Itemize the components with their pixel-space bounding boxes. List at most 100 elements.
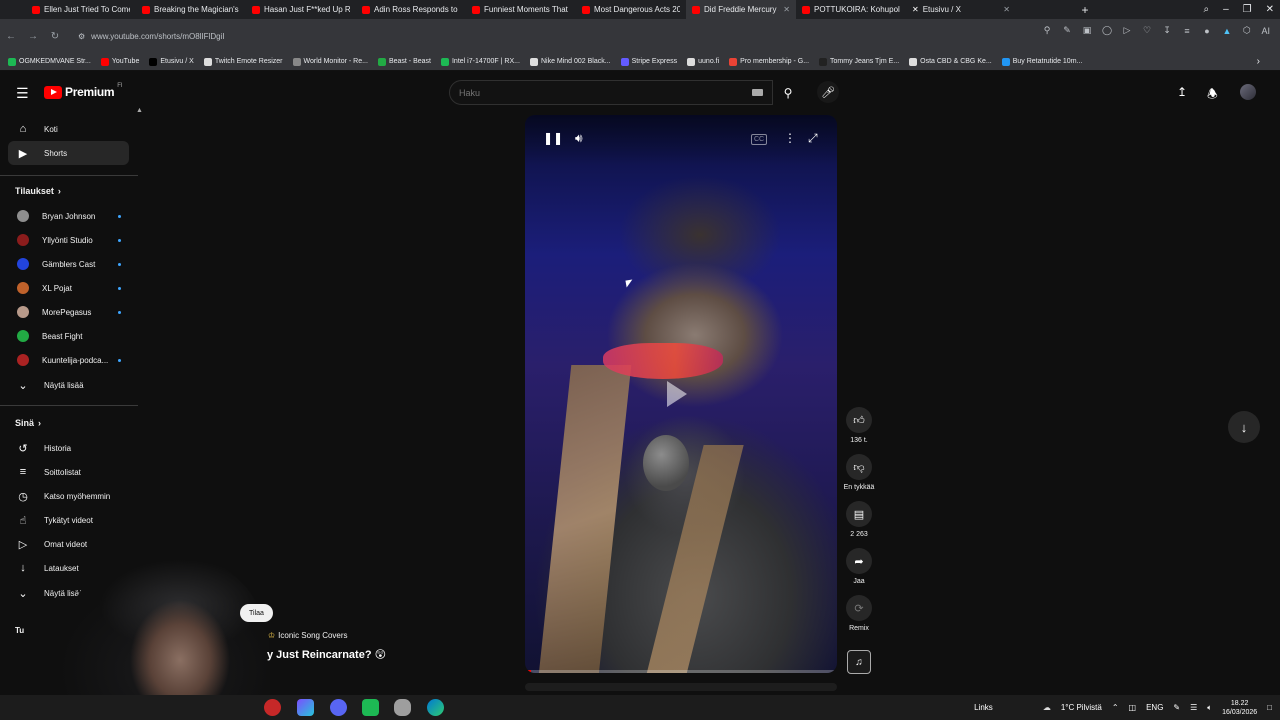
bookmark-item[interactable]: Tommy Jeans Tjm E... [819,57,899,66]
edge-app-icon[interactable] [427,699,444,716]
bookmark-item[interactable]: uuno.fi [687,57,719,66]
play-icon[interactable]: ▷ [1121,25,1132,36]
next-video-button[interactable]: ↓ [1228,411,1260,443]
site-info-icon[interactable]: ⚙ [78,32,85,41]
video-title[interactable]: y Just Reincarnate? 😲 [267,648,386,661]
bookmark-item[interactable]: Twitch Emote Resizer [203,57,283,66]
bookmark-item[interactable]: Nike Mind 002 Black... [529,57,611,66]
subscription-item[interactable]: Yllyönti Studio [8,228,129,252]
profile-icon[interactable]: ● [1201,25,1212,36]
you-header[interactable]: Sinä › [15,418,41,428]
subscribe-button[interactable]: Tilaa [240,604,273,622]
tab-search-icon[interactable]: ⌕ [1203,4,1209,15]
fullscreen-icon[interactable]: ⤢ [808,131,818,146]
forward-button[interactable]: → [22,25,44,47]
tab-close-icon[interactable]: ✕ [1003,5,1010,14]
weather-text[interactable]: 1°C Pilvistä [1061,703,1102,712]
browser-tab[interactable]: Most Dangerous Acts 202 [576,0,686,19]
edit-icon[interactable]: ✎ [1061,25,1072,36]
youtube-logo[interactable]: Premium FI [44,83,123,99]
browser-tab[interactable]: POTTUKOIRA: Kohupoliitti [796,0,906,19]
like-button[interactable]: 👍︎ [846,407,872,433]
bookmark-item[interactable]: Buy Retatrutide 10m... [1001,57,1082,66]
bookmark-item[interactable]: Stripe Express [620,57,677,66]
audio-source-thumbnail[interactable]: ♫ [847,650,871,674]
sidebar-item-you[interactable]: ▷ Omat videot [8,532,129,556]
pause-button[interactable]: ❚❚ [543,131,563,145]
reload-button[interactable]: ↻ [44,25,66,47]
maximize-button[interactable]: ❐ [1243,4,1252,15]
bookmark-item[interactable]: OGMKEDMVANE Str... [8,57,91,66]
sidebar-item-you[interactable]: ≡ Soittolistat [8,460,129,484]
bookmark-item[interactable]: Intel i7-14700F | RX... [440,57,520,66]
url-field[interactable]: ⚙ www.youtube.com/shorts/mO8lIFlDgiI [72,25,1012,47]
captions-icon[interactable]: CC [751,134,768,145]
download-icon[interactable]: ↧ [1161,25,1172,36]
more-options-icon[interactable]: ⋮ [784,131,796,145]
heart-icon[interactable]: ♡ [1141,25,1152,36]
volume-icon[interactable]: 🔊︎ [575,131,583,146]
subscription-item[interactable]: MorePegasus [8,300,129,324]
subscription-item[interactable]: XL Pojat [8,276,129,300]
bookmark-item[interactable]: YouTube [100,57,139,66]
extension-a-icon[interactable]: ▲ [1221,25,1232,36]
shield-icon[interactable]: ◯ [1101,25,1112,36]
subscription-item[interactable]: Bryan Johnson [8,204,129,228]
bookmark-item[interactable]: Etusivu / X [149,57,194,66]
browser-tab[interactable]: Ellen Just Tried To Comeb [26,0,136,19]
weather-cloud-icon[interactable]: ☁ [1043,703,1051,712]
show-more-subscriptions-button[interactable]: ⌄ Näytä lisää [8,373,129,397]
channel-name[interactable]: Iconic Song Covers [278,631,347,640]
camera-icon[interactable]: ▣ [1081,25,1092,36]
browser-tab[interactable]: Funniest Moments That M [466,0,576,19]
spotify-app-icon[interactable] [362,699,379,716]
bookmarks-overflow-icon[interactable]: › [1257,56,1260,67]
sidebar-item-you[interactable]: ↺ Historia [8,436,129,460]
wifi-icon[interactable]: ☰ [1190,703,1197,712]
bookmark-item[interactable]: Osta CBD & CBG Ke... [909,57,992,66]
notifications-bell-icon[interactable]: 🕭︎ [1207,85,1218,106]
speaker-icon[interactable]: 🔈︎ [1207,703,1212,713]
subscription-item[interactable]: Gämblers Cast [8,252,129,276]
minimize-button[interactable]: – [1223,4,1229,15]
hamburger-menu-icon[interactable]: ☰ [16,85,29,102]
bookmark-item[interactable]: Beast - Beast [377,57,431,66]
ai-button[interactable]: AI [1261,25,1270,36]
progress-bar[interactable] [525,670,837,673]
shorts-video-player[interactable]: ❚❚ 🔊︎ CC ⋮ ⤢ [525,115,837,673]
sidebar-item-koti[interactable]: ⌂ Koti [8,117,129,141]
remix-button[interactable]: ⟳ [846,595,872,621]
network-icon[interactable]: ◫ [1129,703,1137,712]
notifications-icon[interactable]: □ [1267,703,1272,712]
sidebar-item-shorts[interactable]: ▶ Shorts [8,141,129,165]
close-window-button[interactable]: ✕ [1266,4,1274,15]
dislike-button[interactable]: 👎︎ [846,454,872,480]
clock[interactable]: 18.22 16/03/2026 [1222,699,1257,717]
browser-tab[interactable]: Breaking the Magician's C [136,0,246,19]
subscriptions-header[interactable]: Tilaukset › [15,186,61,196]
keyboard-icon[interactable] [752,89,763,96]
pen-icon[interactable]: ✎ [1173,703,1180,712]
settings-app-icon[interactable] [394,699,411,716]
sidebar-scroll-up-icon[interactable]: ▲ [136,107,143,114]
links-toolbar[interactable]: Links [974,703,993,712]
browser-tab[interactable]: Adin Ross Responds to Gy [356,0,466,19]
tab-close-icon[interactable]: ✕ [783,5,790,14]
language-indicator[interactable]: ENG [1146,703,1163,712]
center-play-icon[interactable] [667,381,687,407]
sidebar-item-you[interactable]: ◷ Katso myöhemmin [8,484,129,508]
zoom-icon[interactable]: ⚲ [1041,25,1052,36]
upload-icon[interactable]: ↥ [1177,85,1187,99]
cube-icon[interactable]: ⬡ [1241,25,1252,36]
menu-lines-icon[interactable]: ≡ [1181,25,1192,36]
tray-chevron-icon[interactable]: ⌃ [1112,703,1119,712]
sidebar-item-you[interactable]: ☝ Tykätyt videot [8,508,129,532]
opera-app-icon[interactable] [264,699,281,716]
store-app-icon[interactable] [297,699,314,716]
account-avatar[interactable] [1240,84,1256,100]
comments-button[interactable]: ▤ [846,501,872,527]
browser-tab[interactable]: ✕ Etusivu / X ✕ [906,0,1016,19]
share-button[interactable]: ➦ [846,548,872,574]
bookmark-item[interactable]: Pro membership - G... [729,57,809,66]
chat-app-icon[interactable] [330,699,347,716]
